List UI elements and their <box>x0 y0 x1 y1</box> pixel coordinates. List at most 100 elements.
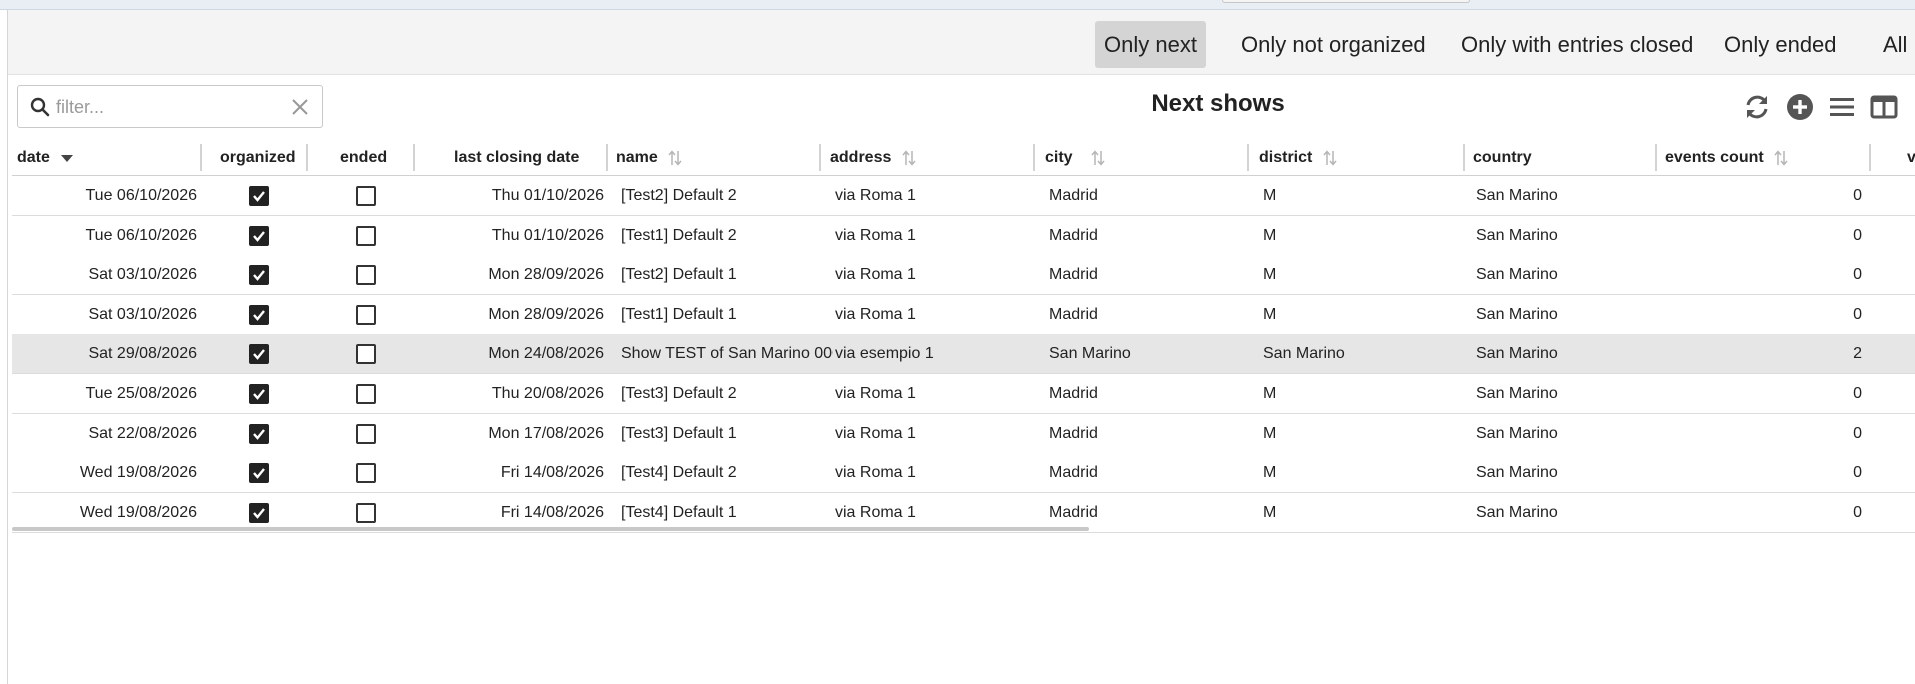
cell-district: San Marino <box>1263 345 1345 362</box>
ended-checkbox[interactable] <box>356 344 376 364</box>
table-row[interactable]: Sat 22/08/2026 Mon 17/08/2026 [Test3] Defa… <box>12 414 1915 454</box>
ended-checkbox[interactable] <box>356 384 376 404</box>
cell-district: M <box>1263 227 1277 244</box>
columns-icon[interactable] <box>1870 93 1898 121</box>
header-v[interactable]: v <box>1907 140 1915 176</box>
table-row[interactable]: Tue 06/10/2026 Thu 01/10/2026 [Test1] Defa… <box>12 216 1915 256</box>
header-name-label: name <box>616 149 658 166</box>
header-date-label: date <box>17 149 50 166</box>
header-city[interactable]: city <box>1045 140 1245 176</box>
column-separator[interactable] <box>200 144 202 171</box>
table-row[interactable]: Sat 03/10/2026 Mon 28/09/2026 [Test2] Defa… <box>12 255 1915 295</box>
sort-arrows-icon <box>1774 150 1788 166</box>
cell-date: Tue 06/10/2026 <box>85 187 198 204</box>
refresh-icon[interactable] <box>1743 93 1771 121</box>
hamburger-menu-icon[interactable] <box>1828 93 1856 121</box>
filter-only-not-organized[interactable]: Only not organized <box>1232 21 1435 68</box>
cell-last-closing-date: Fri 14/08/2026 <box>500 464 604 481</box>
organized-checkbox[interactable] <box>249 503 269 523</box>
cell-date: Tue 06/10/2026 <box>85 227 198 244</box>
column-separator[interactable] <box>1033 144 1035 171</box>
filter-only-entries-closed[interactable]: Only with entries closed <box>1452 21 1702 68</box>
cell-date: Tue 25/08/2026 <box>85 385 198 402</box>
header-events-count[interactable]: events count <box>1665 140 1865 176</box>
ended-checkbox[interactable] <box>356 305 376 325</box>
cell-country: San Marino <box>1476 464 1558 481</box>
header-address[interactable]: address <box>830 140 1030 176</box>
table-row[interactable]: Tue 25/08/2026 Thu 20/08/2026 [Test3] Defa… <box>12 374 1915 414</box>
filter-bar: Only next Only not organized Only with e… <box>8 10 1915 75</box>
organized-checkbox[interactable] <box>249 463 269 483</box>
cell-district: M <box>1263 266 1277 283</box>
add-circle-icon[interactable] <box>1786 93 1814 121</box>
cell-district: M <box>1263 306 1277 323</box>
organized-checkbox[interactable] <box>249 305 269 325</box>
organized-checkbox[interactable] <box>249 265 269 285</box>
grid-toolbar: Next shows <box>8 76 1915 138</box>
check-icon <box>253 231 265 242</box>
organized-checkbox[interactable] <box>249 226 269 246</box>
cell-last-closing-date: Mon 28/09/2026 <box>488 266 604 283</box>
cell-district: M <box>1263 187 1277 204</box>
column-separator[interactable] <box>1655 144 1657 171</box>
close-icon[interactable] <box>291 98 309 116</box>
cell-events-count: 2 <box>1853 345 1862 362</box>
column-separator[interactable] <box>1463 144 1465 171</box>
cell-name: [Test2] Default 1 <box>621 266 737 283</box>
filter-all[interactable]: All <box>1874 21 1915 68</box>
header-district[interactable]: district <box>1259 140 1459 176</box>
ended-checkbox[interactable] <box>356 463 376 483</box>
column-separator[interactable] <box>413 144 415 171</box>
cell-events-count: 0 <box>1853 187 1862 204</box>
filter-only-ended[interactable]: Only ended <box>1715 21 1846 68</box>
cell-country: San Marino <box>1476 266 1558 283</box>
cell-city: Madrid <box>1049 425 1098 442</box>
cell-events-count: 0 <box>1853 504 1862 521</box>
cell-date: Wed 19/08/2026 <box>79 464 197 481</box>
header-ended[interactable]: ended <box>340 140 400 176</box>
caret-down-icon <box>61 154 74 162</box>
ended-checkbox[interactable] <box>356 186 376 206</box>
header-date[interactable]: date <box>17 140 197 176</box>
column-separator[interactable] <box>606 144 608 171</box>
table-row[interactable]: Wed 19/08/2026 Fri 14/08/2026 [Test4] Defa… <box>12 453 1915 493</box>
organized-checkbox[interactable] <box>249 424 269 444</box>
check-icon <box>253 191 265 202</box>
ended-checkbox[interactable] <box>356 503 376 523</box>
ended-checkbox[interactable] <box>356 226 376 246</box>
cell-last-closing-date: Thu 20/08/2026 <box>491 385 604 402</box>
organized-checkbox[interactable] <box>249 344 269 364</box>
cell-date: Sat 03/10/2026 <box>88 306 197 323</box>
header-last-closing-date[interactable]: last closing date <box>454 140 614 176</box>
window-top-strip <box>0 0 1915 10</box>
check-icon <box>253 349 265 360</box>
ended-checkbox[interactable] <box>356 424 376 444</box>
check-icon <box>253 468 265 479</box>
organized-checkbox[interactable] <box>249 186 269 206</box>
horizontal-scrollbar[interactable] <box>12 527 1089 531</box>
table-row[interactable]: Sat 03/10/2026 Mon 28/09/2026 [Test1] Defa… <box>12 295 1915 335</box>
column-separator[interactable] <box>1869 144 1871 171</box>
organized-checkbox[interactable] <box>249 384 269 404</box>
search-input[interactable] <box>54 92 284 122</box>
ended-checkbox[interactable] <box>356 265 376 285</box>
cell-address: via Roma 1 <box>835 227 916 244</box>
cell-events-count: 0 <box>1853 464 1862 481</box>
header-events-count-label: events count <box>1665 149 1764 166</box>
column-separator[interactable] <box>819 144 821 171</box>
header-organized[interactable]: organized <box>220 140 300 176</box>
column-separator[interactable] <box>1247 144 1249 171</box>
cell-district: M <box>1263 425 1277 442</box>
filter-only-next[interactable]: Only next <box>1095 21 1206 68</box>
cell-name: [Test1] Default 2 <box>621 227 737 244</box>
column-separator[interactable] <box>306 144 308 171</box>
header-country[interactable]: country <box>1473 140 1653 176</box>
cell-city: Madrid <box>1049 464 1098 481</box>
table-row[interactable]: Tue 06/10/2026 Thu 01/10/2026 [Test2] Defa… <box>12 176 1915 216</box>
sort-arrows-icon <box>902 150 916 166</box>
cell-country: San Marino <box>1476 425 1558 442</box>
cell-city: Madrid <box>1049 306 1098 323</box>
cell-country: San Marino <box>1476 306 1558 323</box>
table-row[interactable]: Sat 29/08/2026 Mon 24/08/2026 Show TEST of… <box>12 334 1915 374</box>
header-name[interactable]: name <box>616 140 816 176</box>
